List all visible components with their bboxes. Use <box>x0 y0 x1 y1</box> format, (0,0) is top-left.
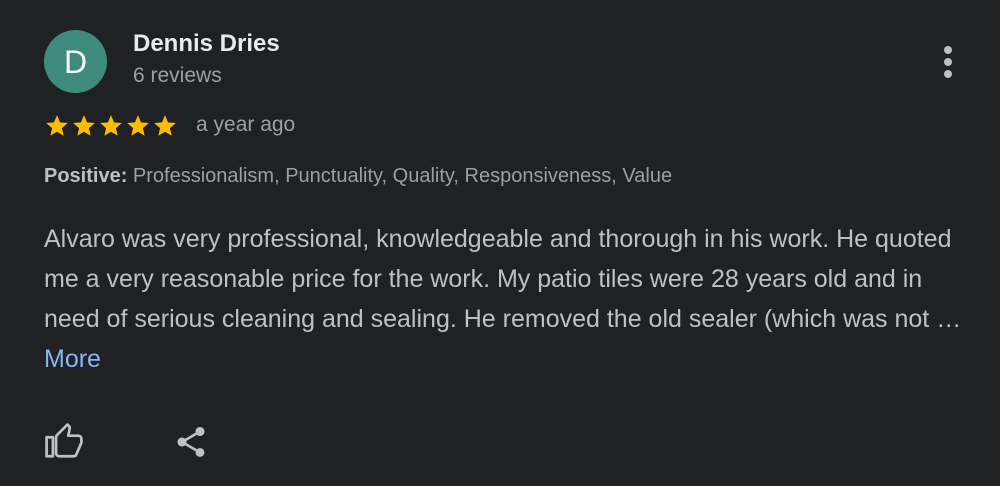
review-attributes: Positive: Professionalism, Punctuality, … <box>44 165 672 188</box>
avatar[interactable]: D <box>44 30 107 93</box>
author-name[interactable]: Dennis Dries <box>133 30 280 58</box>
star-icon <box>46 115 68 136</box>
share-button[interactable] <box>167 418 215 466</box>
star-icon <box>154 115 176 136</box>
review-text: Alvaro was very professional, knowledgea… <box>44 219 974 379</box>
star-icon <box>73 115 95 136</box>
thumbs-up-icon <box>45 423 83 458</box>
more-options-button[interactable] <box>928 40 968 84</box>
star-icon <box>127 115 149 136</box>
review-body: Alvaro was very professional, knowledgea… <box>44 225 962 333</box>
star-rating <box>44 113 178 141</box>
star-icon <box>100 115 122 136</box>
attributes-values: Professionalism, Punctuality, Quality, R… <box>132 165 673 187</box>
like-button[interactable] <box>40 418 88 466</box>
review-date: a year ago <box>196 113 296 136</box>
more-link[interactable]: More <box>44 345 101 373</box>
review-card: D Dennis Dries 6 reviews a year ago Posi… <box>0 0 1000 486</box>
more-vert-icon <box>944 46 952 78</box>
attributes-label: Positive: <box>44 165 128 187</box>
author-review-count: 6 reviews <box>133 64 222 87</box>
avatar-initial: D <box>63 43 88 80</box>
share-icon <box>177 427 205 457</box>
